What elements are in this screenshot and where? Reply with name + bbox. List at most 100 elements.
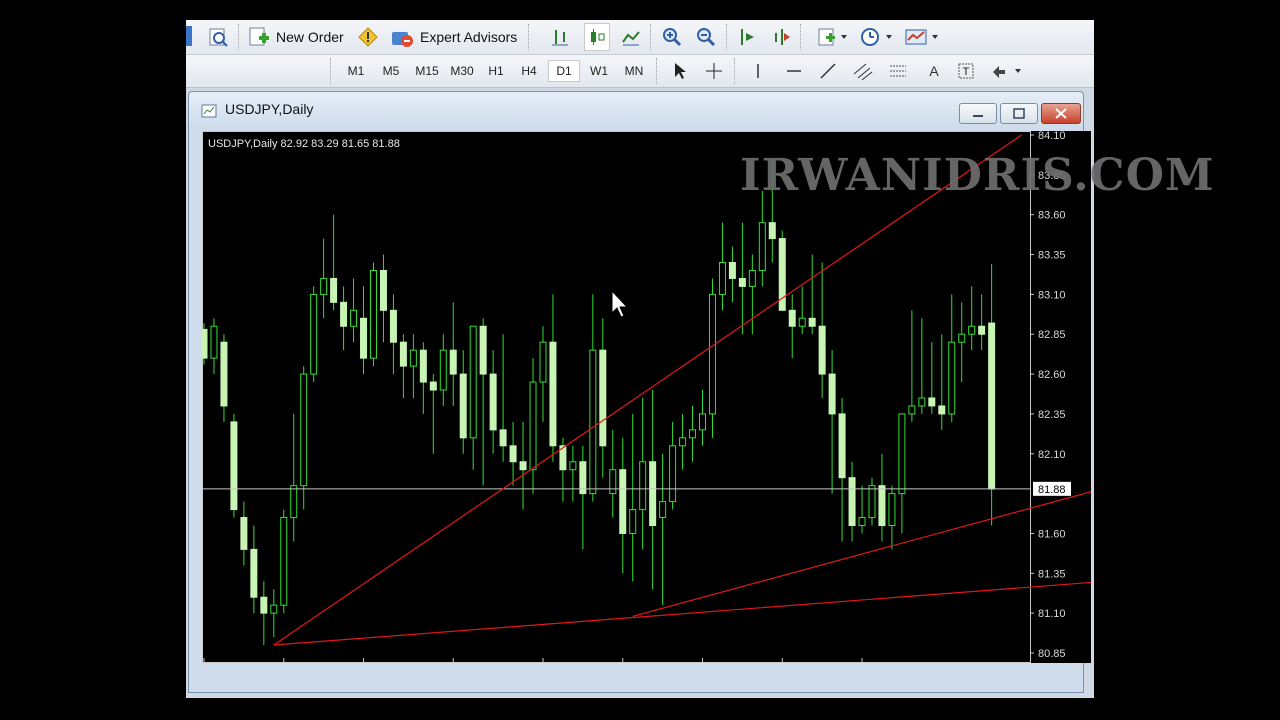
candle-body — [828, 373, 836, 415]
chart-shift-icon[interactable] — [770, 25, 794, 49]
candle-body — [908, 405, 916, 415]
crosshair-tool-icon[interactable] — [702, 60, 726, 82]
close-button[interactable] — [1041, 103, 1081, 124]
timeframe-m30[interactable]: M30 — [445, 60, 479, 82]
candle-body — [300, 373, 308, 487]
candle-body — [330, 277, 338, 303]
fibonacci-tool-icon[interactable] — [886, 60, 912, 82]
candle-body — [569, 461, 577, 471]
horizontal-line-tool-icon[interactable] — [782, 60, 806, 82]
candle-body — [818, 325, 826, 375]
indicators-dropdown-icon[interactable] — [816, 25, 850, 49]
templates-dropdown-icon[interactable] — [902, 25, 942, 49]
candle-body — [260, 596, 268, 614]
candlestick-chart-icon[interactable] — [584, 23, 610, 51]
expert-advisors-icon — [392, 32, 413, 47]
candle-body — [489, 373, 497, 431]
candle-body — [629, 509, 637, 534]
line-chart-icon[interactable] — [619, 25, 643, 49]
candle-body — [369, 269, 377, 359]
zoom-in-icon[interactable] — [660, 25, 684, 49]
candle-body — [768, 222, 776, 240]
candle-body — [449, 349, 457, 375]
toolbar-separator — [330, 58, 331, 84]
chart-window-titlebar[interactable]: USDJPY,Daily — [189, 92, 1083, 130]
text-tool-icon[interactable]: A — [922, 60, 946, 82]
minimize-button[interactable] — [959, 103, 997, 124]
candle-body — [858, 517, 866, 526]
svg-text:T: T — [963, 66, 970, 78]
y-tick-label: 82.60 — [1038, 369, 1066, 381]
candle-body — [868, 485, 876, 519]
timeframe-d1[interactable]: D1 — [548, 60, 580, 82]
candle-body — [539, 341, 547, 383]
new-order-icon — [249, 27, 269, 46]
candle-body — [649, 461, 657, 526]
candle-body — [728, 262, 736, 279]
candle-body — [399, 341, 407, 367]
price-chart[interactable]: 84.10 83.85 83.60 83.35 83.10 82.85 82.60 82.35… — [200, 130, 1232, 680]
candle-body — [659, 501, 667, 519]
candle-body — [948, 341, 956, 415]
timeframe-m5[interactable]: M5 — [374, 60, 408, 82]
toolbar-separator — [734, 58, 735, 84]
arrows-dropdown-icon[interactable] — [988, 60, 1026, 82]
expert-advisors-label: Expert Advisors — [420, 29, 518, 45]
candle-body — [389, 309, 397, 343]
candle-body — [838, 413, 846, 479]
candle-body — [320, 277, 328, 295]
candle-body — [479, 325, 487, 375]
candle-body — [758, 222, 766, 271]
candle-body — [200, 328, 208, 359]
timeframe-m1[interactable]: M1 — [340, 60, 372, 82]
current-price-label: 81.88 — [1038, 484, 1066, 496]
expert-advisors-button[interactable]: Expert Advisors — [390, 25, 517, 49]
candle-body — [589, 349, 597, 495]
candle-body — [978, 325, 986, 335]
y-tick-label: 80.85 — [1038, 648, 1066, 660]
candle-body — [738, 277, 746, 287]
trendline — [273, 571, 1231, 646]
text-label-tool-icon[interactable]: T — [954, 60, 978, 82]
candle-body — [639, 461, 647, 511]
trendline — [632, 453, 1232, 617]
bar-chart-icon[interactable] — [548, 25, 572, 49]
timeframe-m15[interactable]: M15 — [410, 60, 444, 82]
toolbar-separator — [656, 58, 657, 84]
equidistant-channel-tool-icon[interactable] — [850, 60, 876, 82]
timeframe-h1[interactable]: H1 — [480, 60, 512, 82]
y-tick-label: 83.10 — [1038, 289, 1066, 301]
toolbar-edge-icon — [186, 26, 192, 46]
y-tick-label: 82.10 — [1038, 449, 1066, 461]
candle-body — [699, 413, 706, 431]
toolbar-separator — [726, 24, 727, 50]
signal-warning-icon[interactable] — [356, 25, 380, 49]
candle-body — [529, 381, 537, 471]
candle-body — [210, 325, 218, 359]
print-preview-icon[interactable] — [206, 25, 230, 49]
zoom-out-icon[interactable] — [694, 25, 718, 49]
candle-body — [379, 269, 387, 311]
candle-body — [619, 469, 627, 534]
timeframe-w1[interactable]: W1 — [583, 60, 615, 82]
candle-body — [549, 341, 557, 447]
vertical-line-tool-icon[interactable] — [746, 60, 770, 82]
candle-body — [988, 322, 996, 490]
candle-body — [419, 349, 427, 383]
candle-body — [679, 437, 687, 447]
candle-body — [958, 333, 966, 343]
auto-scroll-icon[interactable] — [736, 25, 760, 49]
candle-body — [848, 477, 856, 526]
y-tick-label: 83.60 — [1038, 210, 1066, 222]
trendline-tool-icon[interactable] — [816, 60, 840, 82]
periods-dropdown-icon[interactable] — [858, 25, 896, 49]
timeframe-mn[interactable]: MN — [617, 60, 651, 82]
chart-window-icon — [201, 104, 217, 118]
y-tick-label: 83.35 — [1038, 250, 1066, 262]
cursor-tool-icon[interactable] — [668, 60, 692, 82]
candle-body — [230, 421, 238, 511]
timeframe-h4[interactable]: H4 — [513, 60, 545, 82]
new-order-button[interactable]: New Order — [248, 25, 344, 49]
periods-toolbar: M1 M5 M15 M30 H1 H4 D1 W1 MN A T — [186, 55, 1094, 88]
maximize-button[interactable] — [1000, 103, 1038, 124]
